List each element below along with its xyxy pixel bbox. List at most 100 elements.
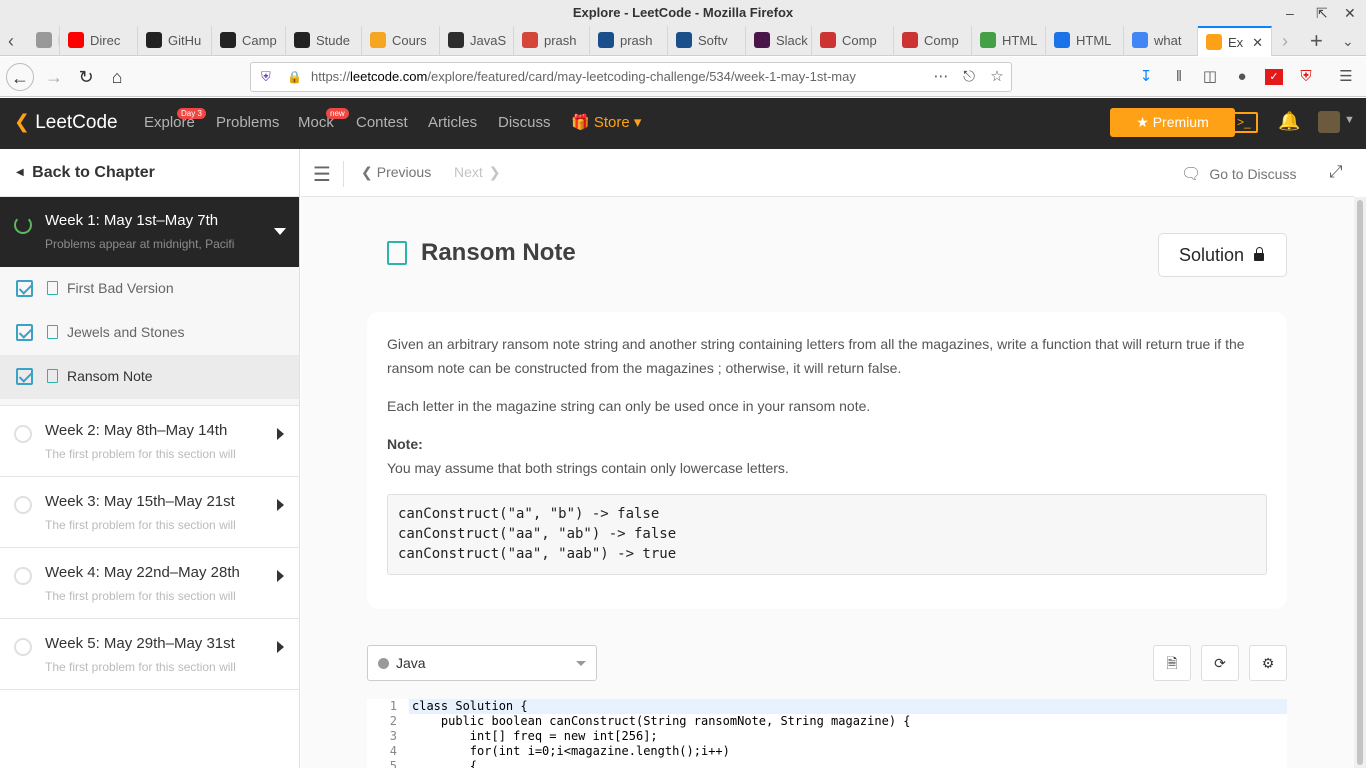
extension-shield-icon[interactable]: ⛨ — [1297, 69, 1315, 85]
line-number: 5 — [389, 759, 397, 768]
previous-button[interactable]: ❮ Previous — [361, 164, 431, 181]
template-file-button[interactable]: 🗎 — [1153, 645, 1191, 681]
browser-tab[interactable]: Cours — [362, 26, 440, 56]
browser-tab[interactable]: Slack — [746, 26, 812, 56]
leetcode-logo[interactable]: ❮ LeetCode — [14, 110, 118, 136]
close-window-icon[interactable]: ✕ — [1344, 0, 1356, 26]
code-line: { — [412, 759, 478, 768]
code-file-icon — [47, 281, 58, 295]
back-icon[interactable]: ← — [6, 63, 34, 91]
browser-tab[interactable]: Camp — [212, 26, 286, 56]
completed-checkbox-icon — [16, 280, 33, 297]
browser-tab[interactable]: HTML — [972, 26, 1046, 56]
restore-icon[interactable]: ⇱ — [1316, 0, 1328, 26]
line-number: 1 — [389, 699, 397, 713]
url-input[interactable]: ⛨ 🔒 https://leetcode.com/explore/feature… — [250, 62, 1012, 92]
description-paragraph-2: Each letter in the magazine string can o… — [387, 398, 871, 414]
avatar-caret-icon[interactable]: ▼ — [1344, 114, 1355, 126]
tab-label: Ex — [1228, 35, 1244, 50]
tab-label: what — [1154, 33, 1182, 48]
language-select[interactable]: Java — [367, 645, 597, 681]
browser-tab[interactable]: Stude — [286, 26, 362, 56]
tab-scroll-left-icon[interactable]: ‹ — [8, 26, 14, 56]
fullscreen-icon[interactable]: ⤢ — [1329, 162, 1343, 182]
nav-articles[interactable]: Articles — [428, 114, 477, 132]
forward-icon[interactable]: → — [40, 63, 68, 91]
browser-tab[interactable]: GitHu — [138, 26, 212, 56]
chevron-down-icon — [576, 661, 586, 666]
week-title: Week 5: May 29th–May 31st — [45, 635, 235, 652]
menu-icon[interactable]: ☰ — [1337, 69, 1355, 85]
expand-caret-icon — [277, 499, 284, 511]
tracking-shield-icon[interactable]: ⛨ — [261, 63, 271, 91]
browser-tab[interactable]: prash — [590, 26, 668, 56]
tab-scroll-right-icon[interactable]: › — [1282, 26, 1288, 56]
window-title: Explore - LeetCode - Mozilla Firefox — [572, 5, 794, 20]
list-item-jewels-and-stones[interactable]: Jewels and Stones — [0, 311, 299, 355]
new-tab-icon[interactable]: + — [1310, 26, 1323, 56]
reset-code-button[interactable]: ⟳ — [1201, 645, 1239, 681]
next-button[interactable]: Next ❯ — [454, 164, 501, 181]
browser-tab[interactable]: what — [1124, 26, 1198, 56]
scrollbar-thumb[interactable] — [1357, 200, 1363, 765]
list-item-ransom-note[interactable]: Ransom Note — [0, 355, 299, 399]
account-icon[interactable]: ● — [1233, 69, 1251, 85]
tab-favicon-icon — [220, 32, 236, 48]
page-actions-icon[interactable]: ⋯ — [932, 69, 950, 85]
week-5-item[interactable]: Week 5: May 29th–May 31st The first prob… — [0, 619, 299, 690]
examples-code-block: canConstruct("a", "b") -> false canConst… — [387, 494, 1267, 575]
tab-label: Camp — [242, 33, 277, 48]
nav-contest[interactable]: Contest — [356, 114, 408, 132]
browser-tab[interactable]: HTML — [1046, 26, 1124, 56]
premium-button[interactable]: ★ Premium — [1110, 108, 1235, 137]
bookmark-star-icon[interactable]: ☆ — [988, 69, 1006, 85]
week-1-item[interactable]: Week 1: May 1st–May 7th Problems appear … — [0, 197, 299, 267]
browser-tab[interactable]: Ex ✕ — [1198, 26, 1272, 56]
browser-tab[interactable]: JavaS — [440, 26, 514, 56]
tab-favicon-icon — [820, 32, 836, 48]
question-description-card: Given an arbitrary ransom note string an… — [367, 312, 1287, 609]
progress-ring-icon — [14, 638, 32, 656]
browser-tab[interactable]: Softv — [668, 26, 746, 56]
lock-icon[interactable]: 🔒 — [287, 63, 302, 91]
nav-store[interactable]: 🎁 Store ▾ — [571, 114, 641, 132]
editor-settings-button[interactable]: ⚙ — [1249, 645, 1287, 681]
playground-icon[interactable]: >_ — [1232, 112, 1258, 133]
tab-label: Comp — [924, 33, 959, 48]
browser-tab[interactable]: Comp — [894, 26, 972, 56]
tab-list-icon[interactable]: ⌄ — [1342, 26, 1354, 56]
week-4-item[interactable]: Week 4: May 22nd–May 28th The first prob… — [0, 548, 299, 619]
notification-bell-icon[interactable]: 🔔 — [1278, 111, 1300, 132]
page-scrollbar[interactable] — [1354, 197, 1366, 768]
browser-tab[interactable]: ke — [28, 26, 60, 56]
minimize-icon[interactable]: – — [1286, 0, 1294, 26]
expand-caret-icon — [277, 641, 284, 653]
week-2-item[interactable]: Week 2: May 8th–May 14th The first probl… — [0, 406, 299, 477]
downloads-icon[interactable]: ↧ — [1137, 69, 1155, 85]
code-file-icon: 🗎 — [1166, 655, 1178, 671]
content-toolbar: ☰ ❮ Previous Next ❯ 🗨 Go to Discuss ⤢ — [301, 149, 1354, 197]
tab-label: Direc — [90, 33, 121, 48]
list-item-first-bad-version[interactable]: First Bad Version — [0, 267, 299, 311]
library-icon[interactable]: ‖ — [1170, 69, 1188, 85]
pocket-icon[interactable]: ⎋ — [960, 69, 978, 85]
avatar[interactable] — [1318, 111, 1340, 133]
close-tab-icon[interactable]: ✕ — [1252, 28, 1263, 56]
go-to-discuss-button[interactable]: 🗨 Go to Discuss — [1181, 164, 1296, 184]
hamburger-menu-icon[interactable]: ☰ — [313, 162, 331, 187]
nav-problems[interactable]: Problems — [216, 114, 279, 132]
home-icon[interactable]: ⌂ — [103, 63, 131, 91]
back-caret-icon: ◀ — [16, 167, 24, 178]
browser-tab[interactable]: Comp — [812, 26, 894, 56]
back-to-chapter-button[interactable]: ◀ Back to Chapter — [0, 149, 299, 197]
browser-tab[interactable]: Direc — [60, 26, 138, 56]
extension-pdf-icon[interactable]: ✓ — [1265, 69, 1283, 85]
solution-button[interactable]: Solution — [1158, 233, 1287, 277]
reload-icon[interactable]: ↻ — [72, 63, 100, 91]
code-line: class Solution { — [412, 699, 528, 713]
code-editor[interactable]: 1 2 3 4 5 class Solution { public boolea… — [367, 699, 1287, 768]
week-3-item[interactable]: Week 3: May 15th–May 21st The first prob… — [0, 477, 299, 548]
nav-discuss[interactable]: Discuss — [498, 114, 551, 132]
browser-tab[interactable]: prash — [514, 26, 590, 56]
sidebar-toggle-icon[interactable]: ◫ — [1201, 69, 1219, 85]
